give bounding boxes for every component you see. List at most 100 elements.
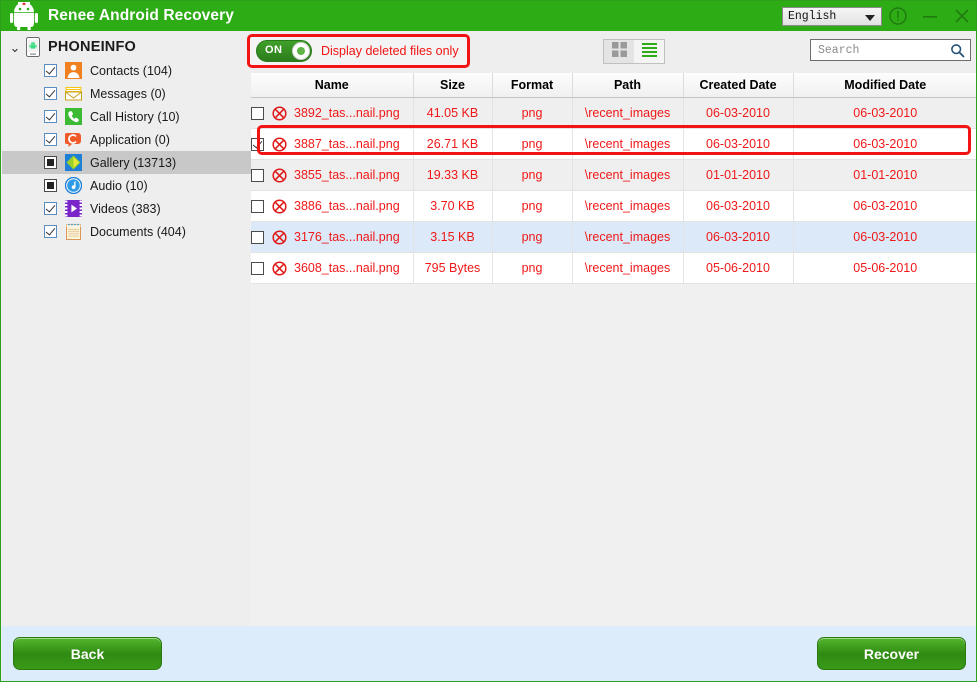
sidebar-item-checkbox[interactable] <box>44 133 57 146</box>
file-name: 3608_tas...nail.png <box>294 261 400 275</box>
search-input[interactable] <box>816 43 950 58</box>
column-header[interactable]: Format <box>492 73 572 98</box>
sidebar-item-audio[interactable]: Audio (10) <box>2 174 251 197</box>
column-header[interactable]: Path <box>572 73 683 98</box>
cell-path: \recent_images <box>572 160 683 191</box>
column-header[interactable]: Modified Date <box>793 73 977 98</box>
cell-modified-date: 06-03-2010 <box>793 129 977 160</box>
sidebar-item-application[interactable]: Application (0) <box>2 128 251 151</box>
sidebar-item-checkbox[interactable] <box>44 64 57 77</box>
table-header-row: NameSizeFormatPathCreated DateModified D… <box>251 73 977 98</box>
language-select[interactable]: English <box>782 7 882 26</box>
title-bar: Renee Android Recovery English <box>1 1 977 31</box>
expand-chevron-icon[interactable]: ⌄ <box>6 41 24 54</box>
minimize-button[interactable] <box>914 1 946 31</box>
row-checkbox[interactable] <box>251 138 264 151</box>
row-checkbox[interactable] <box>251 262 264 275</box>
column-header[interactable]: Size <box>413 73 492 98</box>
row-checkbox[interactable] <box>251 107 264 120</box>
cell-path: \recent_images <box>572 222 683 253</box>
close-button[interactable] <box>946 1 977 31</box>
sidebar-item-checkbox[interactable] <box>44 225 57 238</box>
grid-view-button[interactable] <box>604 40 634 63</box>
column-header[interactable]: Created Date <box>683 73 793 98</box>
file-name: 3886_tas...nail.png <box>294 199 400 213</box>
application-icon <box>65 131 82 148</box>
file-name: 3892_tas...nail.png <box>294 106 400 120</box>
cell-path: \recent_images <box>572 191 683 222</box>
app-window: Renee Android Recovery English <box>0 0 977 682</box>
search-box[interactable] <box>810 39 971 61</box>
row-checkbox[interactable] <box>251 200 264 213</box>
table-row[interactable]: 3892_tas...nail.png 41.05 KBpng\recent_im… <box>251 98 977 129</box>
sidebar-item-messages[interactable]: Messages (0) <box>2 82 251 105</box>
deleted-files-toggle[interactable]: ON <box>256 40 312 62</box>
sidebar-item-videos[interactable]: Videos (383) <box>2 197 251 220</box>
audio-icon <box>65 177 82 194</box>
sidebar-item-checkbox[interactable] <box>44 87 57 100</box>
gallery-icon <box>65 154 82 171</box>
cell-size: 19.33 KB <box>413 160 492 191</box>
cell-format: png <box>492 253 572 284</box>
cell-name[interactable]: 3887_tas...nail.png <box>251 129 413 160</box>
table-row[interactable]: 3887_tas...nail.png26.71 KBpng\recent_im… <box>251 129 977 160</box>
app-logo-icon <box>4 2 44 30</box>
cell-modified-date: 06-03-2010 <box>793 98 977 129</box>
recover-button[interactable]: Recover <box>817 637 966 670</box>
list-view-icon <box>641 41 658 63</box>
footer-bar: Back Recover <box>2 626 977 682</box>
cell-format: png <box>492 160 572 191</box>
cell-created-date: 06-03-2010 <box>683 129 793 160</box>
row-checkbox[interactable] <box>251 231 264 244</box>
sidebar-item-checkbox[interactable] <box>44 156 57 169</box>
cell-name[interactable]: 3855_tas...nail.png <box>251 160 413 191</box>
column-header[interactable]: Name <box>251 73 413 98</box>
call-history-icon <box>65 108 82 125</box>
cell-format: png <box>492 191 572 222</box>
cell-size: 41.05 KB <box>413 98 492 129</box>
sidebar-item-checkbox[interactable] <box>44 179 57 192</box>
cell-name[interactable]: 3886_tas...nail.png <box>251 191 413 222</box>
list-view-button[interactable] <box>634 40 664 63</box>
messages-icon <box>65 85 82 102</box>
cell-path: \recent_images <box>572 98 683 129</box>
cell-name[interactable]: 3892_tas...nail.png <box>251 98 413 129</box>
table-body: 3892_tas...nail.png41.05 KBpng\recent_im… <box>251 98 977 284</box>
table-row[interactable]: 3608_tas...nail.png795 Bytespng\recent_i… <box>251 253 977 284</box>
row-checkbox[interactable] <box>251 169 264 182</box>
contacts-icon <box>65 62 82 79</box>
sidebar-item-gallery[interactable]: Gallery (13713) <box>2 151 251 174</box>
documents-icon <box>65 223 82 240</box>
deleted-file-icon <box>272 137 287 152</box>
sidebar-item-contacts[interactable]: Contacts (104) <box>2 59 251 82</box>
deleted-files-toggle-group[interactable]: ON Display deleted files only <box>247 34 470 68</box>
cell-name[interactable]: 3176_tas...nail.png <box>251 222 413 253</box>
cell-size: 795 Bytes <box>413 253 492 284</box>
sidebar-item-label: Videos (383) <box>90 202 161 216</box>
toolbar: ON Display deleted files only <box>251 31 977 73</box>
info-button[interactable] <box>882 1 914 31</box>
language-value: English <box>788 10 836 23</box>
cell-created-date: 05-06-2010 <box>683 253 793 284</box>
cell-format: png <box>492 98 572 129</box>
sidebar-item-label: Contacts (104) <box>90 64 172 78</box>
sidebar-item-label: Documents (404) <box>90 225 186 239</box>
sidebar-item-call[interactable]: Call History (10) <box>2 105 251 128</box>
tree-root-phoneinfo[interactable]: ⌄ PHONEINFO <box>2 35 251 59</box>
cell-created-date: 06-03-2010 <box>683 98 793 129</box>
app-title: Renee Android Recovery <box>48 7 234 25</box>
back-button[interactable]: Back <box>13 637 162 670</box>
table-row[interactable]: 3176_tas...nail.png3.15 KBpng\recent_ima… <box>251 222 977 253</box>
sidebar-item-label: Messages (0) <box>90 87 166 101</box>
table-row[interactable]: 3886_tas...nail.png3.70 KBpng\recent_ima… <box>251 191 977 222</box>
file-name: 3887_tas...nail.png <box>294 137 400 151</box>
search-icon[interactable] <box>950 43 965 58</box>
cell-name[interactable]: 3608_tas...nail.png <box>251 253 413 284</box>
sidebar-item-checkbox[interactable] <box>44 202 57 215</box>
sidebar-item-checkbox[interactable] <box>44 110 57 123</box>
sidebar-item-documents[interactable]: Documents (404) <box>2 220 251 243</box>
chevron-down-icon <box>865 15 875 21</box>
deleted-file-icon <box>272 199 287 214</box>
table-row[interactable]: 3855_tas...nail.png19.33 KBpng\recent_im… <box>251 160 977 191</box>
view-mode-toggle[interactable] <box>603 39 665 64</box>
